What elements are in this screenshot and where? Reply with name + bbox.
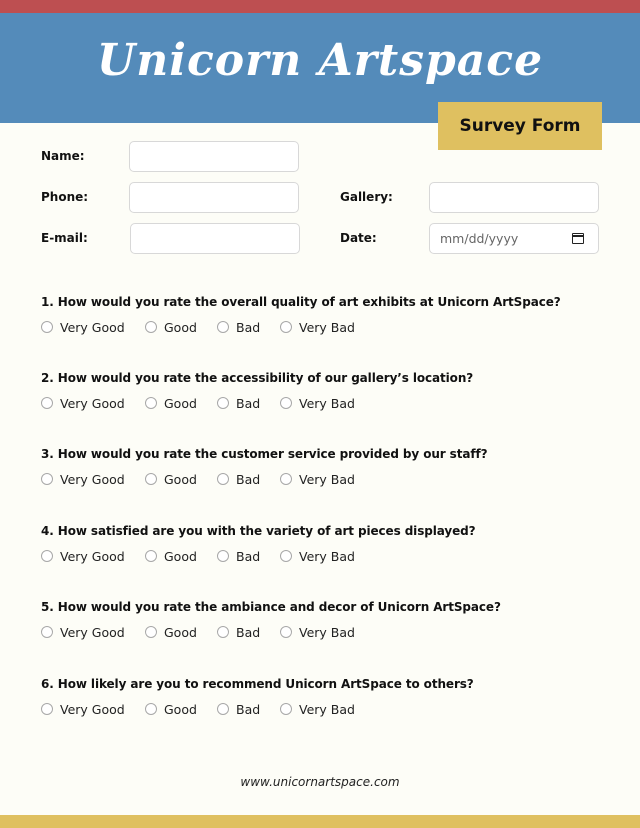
question-text: 5. How would you rate the ambiance and d… <box>41 600 501 614</box>
option-very-bad[interactable]: Very Bad <box>280 472 355 487</box>
radio-button[interactable] <box>41 397 53 409</box>
date-label: Date: <box>340 231 377 245</box>
question-text: 6. How likely are you to recommend Unico… <box>41 677 474 691</box>
question-5: 5. How would you rate the ambiance and d… <box>41 600 601 640</box>
option-very-good[interactable]: Very Good <box>41 702 145 717</box>
question-text: 3. How would you rate the customer servi… <box>41 447 488 461</box>
option-bad[interactable]: Bad <box>217 702 280 717</box>
option-bad[interactable]: Bad <box>217 625 280 640</box>
email-field[interactable] <box>130 223 300 254</box>
gallery-label: Gallery: <box>340 190 393 204</box>
survey-form-badge: Survey Form <box>438 102 602 150</box>
top-stripe <box>0 0 640 13</box>
radio-button[interactable] <box>217 397 229 409</box>
name-field[interactable] <box>129 141 299 172</box>
radio-button[interactable] <box>41 473 53 485</box>
radio-button[interactable] <box>145 321 157 333</box>
rating-options: Very Good Good Bad Very Bad <box>41 701 601 717</box>
radio-button[interactable] <box>41 321 53 333</box>
option-good[interactable]: Good <box>145 702 217 717</box>
rating-options: Very Good Good Bad Very Bad <box>41 471 601 487</box>
radio-button[interactable] <box>280 626 292 638</box>
option-very-bad[interactable]: Very Bad <box>280 396 355 411</box>
name-label: Name: <box>41 149 85 163</box>
email-label: E-mail: <box>41 231 88 245</box>
option-bad[interactable]: Bad <box>217 472 280 487</box>
question-text: 1. How would you rate the overall qualit… <box>41 295 561 309</box>
question-text: 4. How satisfied are you with the variet… <box>41 524 476 538</box>
option-good[interactable]: Good <box>145 472 217 487</box>
radio-button[interactable] <box>217 703 229 715</box>
radio-button[interactable] <box>145 473 157 485</box>
question-4: 4. How satisfied are you with the variet… <box>41 524 601 564</box>
radio-button[interactable] <box>217 473 229 485</box>
radio-button[interactable] <box>145 397 157 409</box>
radio-button[interactable] <box>41 550 53 562</box>
calendar-icon[interactable] <box>572 233 584 244</box>
radio-button[interactable] <box>217 626 229 638</box>
radio-button[interactable] <box>145 626 157 638</box>
radio-button[interactable] <box>280 397 292 409</box>
rating-options: Very Good Good Bad Very Bad <box>41 548 601 564</box>
option-bad[interactable]: Bad <box>217 549 280 564</box>
phone-label: Phone: <box>41 190 89 204</box>
radio-button[interactable] <box>41 626 53 638</box>
option-good[interactable]: Good <box>145 625 217 640</box>
option-very-good[interactable]: Very Good <box>41 625 145 640</box>
option-very-bad[interactable]: Very Bad <box>280 702 355 717</box>
question-3: 3. How would you rate the customer servi… <box>41 447 601 487</box>
radio-button[interactable] <box>145 703 157 715</box>
radio-button[interactable] <box>280 473 292 485</box>
rating-options: Very Good Good Bad Very Bad <box>41 319 601 335</box>
date-field[interactable]: mm/dd/yyyy <box>429 223 599 254</box>
option-very-bad[interactable]: Very Bad <box>280 625 355 640</box>
page-title: Unicorn Artspace <box>96 35 544 86</box>
footer-website-url: www.unicornartspace.com <box>240 775 400 789</box>
question-text: 2. How would you rate the accessibility … <box>41 371 474 385</box>
option-very-bad[interactable]: Very Bad <box>280 549 355 564</box>
radio-button[interactable] <box>217 550 229 562</box>
option-very-good[interactable]: Very Good <box>41 396 145 411</box>
option-very-bad[interactable]: Very Bad <box>280 320 355 335</box>
date-placeholder: mm/dd/yyyy <box>440 231 519 246</box>
question-1: 1. How would you rate the overall qualit… <box>41 295 601 335</box>
bottom-stripe <box>0 815 640 828</box>
radio-button[interactable] <box>145 550 157 562</box>
phone-field[interactable] <box>129 182 299 213</box>
rating-options: Very Good Good Bad Very Bad <box>41 624 601 640</box>
option-good[interactable]: Good <box>145 320 217 335</box>
option-good[interactable]: Good <box>145 396 217 411</box>
option-good[interactable]: Good <box>145 549 217 564</box>
gallery-field[interactable] <box>429 182 599 213</box>
radio-button[interactable] <box>280 703 292 715</box>
radio-button[interactable] <box>280 321 292 333</box>
option-bad[interactable]: Bad <box>217 396 280 411</box>
rating-options: Very Good Good Bad Very Bad <box>41 395 601 411</box>
option-bad[interactable]: Bad <box>217 320 280 335</box>
radio-button[interactable] <box>280 550 292 562</box>
question-6: 6. How likely are you to recommend Unico… <box>41 677 601 717</box>
option-very-good[interactable]: Very Good <box>41 549 145 564</box>
question-2: 2. How would you rate the accessibility … <box>41 371 601 411</box>
option-very-good[interactable]: Very Good <box>41 320 145 335</box>
radio-button[interactable] <box>41 703 53 715</box>
option-very-good[interactable]: Very Good <box>41 472 145 487</box>
radio-button[interactable] <box>217 321 229 333</box>
